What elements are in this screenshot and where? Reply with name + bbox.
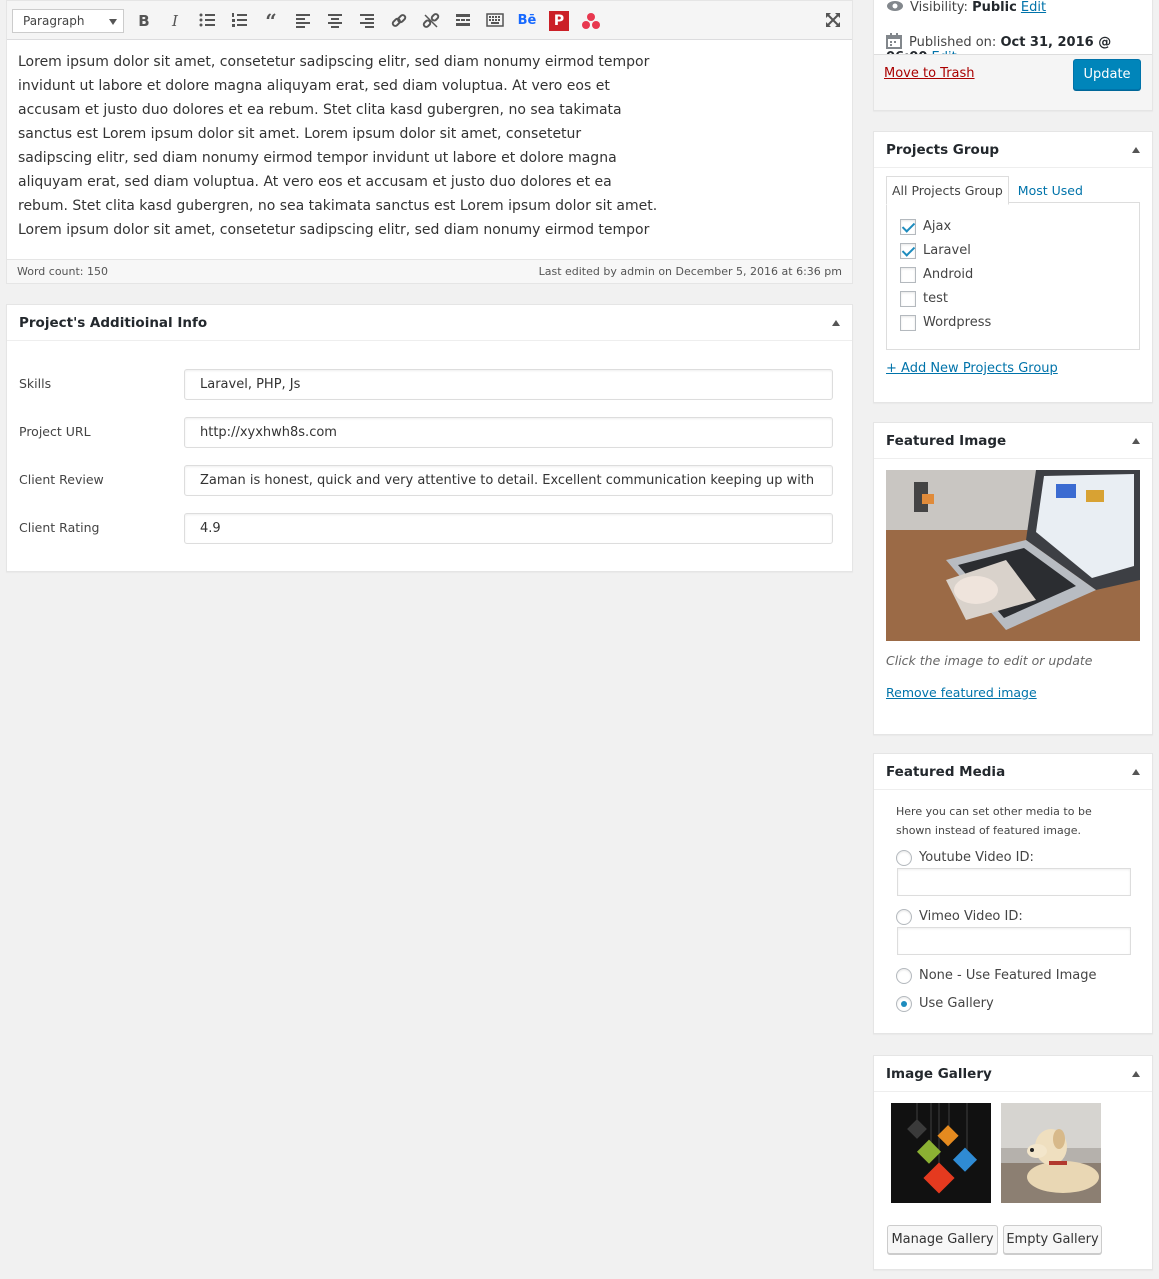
projects-group-tabs: All Projects Group Most Used xyxy=(886,176,1088,205)
client-rating-row: Client Rating xyxy=(19,513,833,545)
editor-toolbar: Paragraph B I “ Bē P xyxy=(7,1,852,40)
fullscreen-icon[interactable] xyxy=(822,10,844,32)
update-button[interactable]: Update xyxy=(1073,59,1141,90)
blockquote-icon[interactable]: “ xyxy=(260,10,282,32)
content-line: aliquyam erat, sed diam voluptua. At ver… xyxy=(18,174,612,190)
client-review-label: Client Review xyxy=(19,472,104,487)
align-center-icon[interactable] xyxy=(324,10,346,32)
collapse-arrow-icon[interactable] xyxy=(1132,1071,1140,1077)
content-line: Lorem ipsum dolor sit amet, consetetur s… xyxy=(18,54,650,70)
collapse-arrow-icon[interactable] xyxy=(1132,769,1140,775)
eye-icon xyxy=(887,1,903,11)
pinterest-icon[interactable]: P xyxy=(548,10,570,32)
project-url-row: Project URL xyxy=(19,417,833,449)
bold-icon[interactable]: B xyxy=(133,10,155,32)
visibility-value: Public xyxy=(972,0,1017,15)
format-select[interactable]: Paragraph xyxy=(12,9,124,33)
projects-group-checklist: Ajax Laravel Android test Wordpress xyxy=(886,202,1140,350)
content-line: invidunt ut labore et dolore magna aliqu… xyxy=(18,78,610,94)
publish-box: Visibility: Public Edit Published on: Oc… xyxy=(873,0,1153,111)
client-rating-label: Client Rating xyxy=(19,520,100,535)
list-item[interactable]: Android xyxy=(900,267,1139,291)
tab-most-used[interactable]: Most Used xyxy=(1013,177,1088,204)
read-more-icon[interactable] xyxy=(452,10,474,32)
unlink-icon[interactable] xyxy=(420,10,442,32)
last-edited: Last edited by admin on December 5, 2016… xyxy=(538,265,842,278)
client-rating-input[interactable] xyxy=(184,513,833,544)
link-icon[interactable] xyxy=(388,10,410,32)
content-line: rebum. Stet clita kasd gubergren, no sea… xyxy=(18,198,658,214)
additional-info-box: Project's Additioinal Info Skills Projec… xyxy=(6,304,853,572)
checkbox-laravel[interactable] xyxy=(900,243,916,259)
visibility-line: Visibility: Public Edit xyxy=(886,0,1046,15)
list-item[interactable]: Ajax xyxy=(900,219,1139,243)
post-editor: Paragraph B I “ Bē P Lorem ipsum dolor s… xyxy=(6,0,853,284)
align-right-icon[interactable] xyxy=(356,10,378,32)
featured-image-title[interactable]: Featured Image xyxy=(874,423,1152,459)
skills-input[interactable] xyxy=(184,369,833,400)
featured-image-box: Featured Image Click the image to edit o… xyxy=(873,422,1153,735)
asana-icon[interactable] xyxy=(580,10,602,32)
behance-icon[interactable]: Bē xyxy=(516,10,538,32)
skills-label: Skills xyxy=(19,376,52,391)
chevron-down-icon xyxy=(109,19,117,25)
featured-image-hint: Click the image to edit or update xyxy=(886,653,1093,668)
content-line: sanctus est Lorem ipsum dolor sit amet. … xyxy=(18,126,582,142)
content-line: Lorem ipsum dolor sit amet, consetetur s… xyxy=(18,222,650,238)
editor-content[interactable]: Lorem ipsum dolor sit amet, consetetur s… xyxy=(7,40,852,261)
content-line: sadipscing elitr, sed diam nonumy eirmod… xyxy=(18,150,617,166)
align-left-icon[interactable] xyxy=(292,10,314,32)
checkbox-test[interactable] xyxy=(900,291,916,307)
editor-statusbar: Word count: 150 Last edited by admin on … xyxy=(7,259,852,283)
list-item[interactable]: Wordpress xyxy=(900,315,1139,339)
italic-icon[interactable]: I xyxy=(164,10,186,32)
calendar-icon xyxy=(886,33,902,49)
featured-media-title[interactable]: Featured Media xyxy=(874,754,1152,790)
gallery-thumbnail[interactable] xyxy=(891,1103,991,1203)
list-item[interactable]: Laravel xyxy=(900,243,1139,267)
tab-all-projects-group[interactable]: All Projects Group xyxy=(886,176,1009,205)
project-url-label: Project URL xyxy=(19,424,91,439)
list-item[interactable]: test xyxy=(900,291,1139,315)
move-to-trash-link[interactable]: Move to Trash xyxy=(884,66,975,81)
youtube-video-id-input[interactable] xyxy=(897,868,1131,896)
projects-group-title[interactable]: Projects Group xyxy=(874,132,1152,168)
featured-media-description: Here you can set other media to be shown… xyxy=(896,805,1092,837)
checkbox-ajax[interactable] xyxy=(900,219,916,235)
edit-visibility-link[interactable]: Edit xyxy=(1021,0,1046,15)
radio-none-use-featured-image[interactable]: None - Use Featured Image xyxy=(896,968,1097,984)
manage-gallery-button[interactable]: Manage Gallery xyxy=(887,1225,998,1254)
collapse-arrow-icon[interactable] xyxy=(1132,147,1140,153)
vimeo-video-id-input[interactable] xyxy=(897,927,1131,955)
featured-image-thumbnail[interactable] xyxy=(886,470,1140,641)
remove-featured-image-link[interactable]: Remove featured image xyxy=(886,685,1037,700)
additional-info-title[interactable]: Project's Additioinal Info xyxy=(7,305,852,341)
toolbar-toggle-icon[interactable] xyxy=(484,10,506,32)
collapse-arrow-icon[interactable] xyxy=(832,320,840,326)
radio-youtube[interactable]: Youtube Video ID: xyxy=(896,850,1034,866)
content-line: accusam et justo duo dolores et ea rebum… xyxy=(18,102,622,118)
skills-row: Skills xyxy=(19,369,833,401)
checkbox-android[interactable] xyxy=(900,267,916,283)
add-new-projects-group-link[interactable]: + Add New Projects Group xyxy=(886,361,1058,376)
empty-gallery-button[interactable]: Empty Gallery xyxy=(1003,1225,1102,1254)
gallery-thumbnail[interactable] xyxy=(1001,1103,1101,1203)
featured-media-box: Featured Media Here you can set other me… xyxy=(873,753,1153,1034)
projects-group-box: Projects Group All Projects Group Most Us… xyxy=(873,131,1153,403)
image-gallery-box: Image Gallery Manage Gallery Empty Galle… xyxy=(873,1055,1153,1270)
bullet-list-icon[interactable] xyxy=(196,10,218,32)
radio-use-gallery[interactable]: Use Gallery xyxy=(896,996,994,1012)
numbered-list-icon[interactable] xyxy=(228,10,250,32)
radio-vimeo[interactable]: Vimeo Video ID: xyxy=(896,909,1023,925)
client-review-row: Client Review xyxy=(19,465,833,497)
client-review-input[interactable] xyxy=(184,465,833,496)
image-gallery-title[interactable]: Image Gallery xyxy=(874,1056,1152,1092)
checkbox-wordpress[interactable] xyxy=(900,315,916,331)
word-count: Word count: 150 xyxy=(17,265,109,278)
collapse-arrow-icon[interactable] xyxy=(1132,438,1140,444)
project-url-input[interactable] xyxy=(184,417,833,448)
